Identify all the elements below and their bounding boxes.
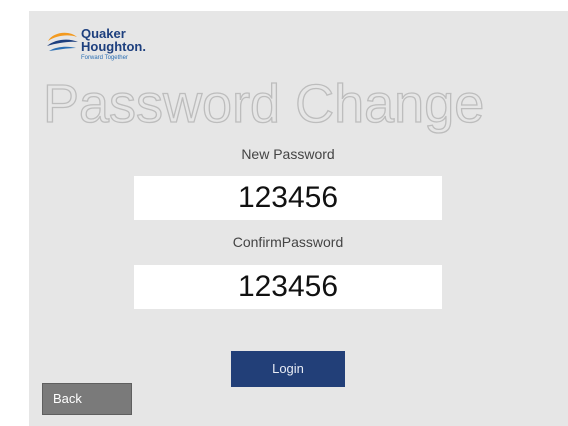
logo-tagline: Forward Together [81, 55, 128, 61]
new-password-field[interactable] [134, 176, 442, 220]
logo-line-2: Houghton. [81, 39, 146, 54]
page-title: Password Change [42, 73, 485, 134]
back-button[interactable]: Back [42, 383, 132, 415]
company-logo: Quaker Houghton. Forward Together [45, 27, 165, 69]
confirm-password-label: ConfirmPassword [232, 234, 344, 250]
quaker-houghton-logo-icon [47, 32, 78, 51]
confirm-password-field[interactable] [134, 265, 442, 309]
login-button[interactable]: Login [231, 351, 345, 387]
logo-wordmark: Quaker Houghton. [81, 27, 146, 53]
new-password-label: New Password [241, 146, 335, 162]
